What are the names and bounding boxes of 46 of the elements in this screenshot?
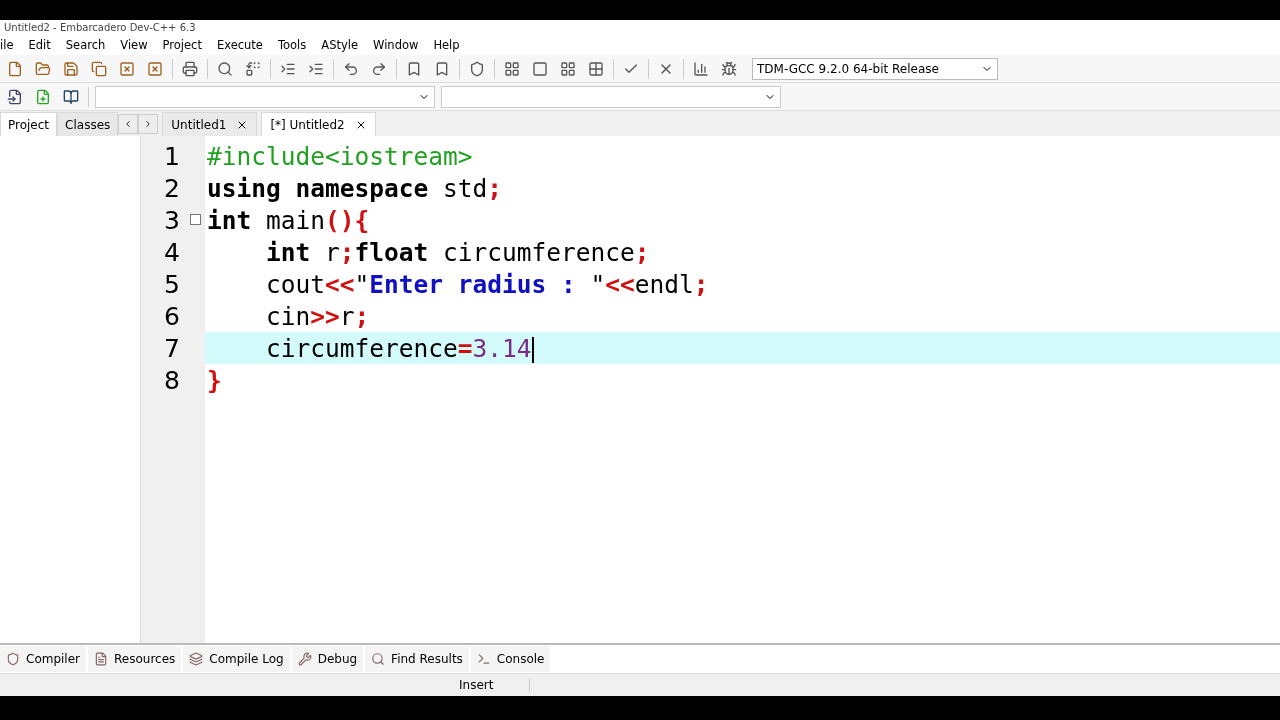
line-number: 3	[164, 205, 180, 235]
menu-item[interactable]: Help	[426, 38, 468, 52]
panel-tab[interactable]: Find Results	[365, 646, 469, 672]
window-title: Untitled2 - Embarcadero Dev-C++ 6.3	[4, 22, 196, 33]
panel-tab[interactable]: Console	[470, 646, 551, 672]
line-number: 7	[164, 333, 180, 363]
code-line: }	[206, 365, 222, 395]
code-line: circumference=3.14	[265, 333, 534, 363]
menu-item[interactable]: Tools	[270, 38, 315, 52]
code-line: #include<iostream>	[206, 141, 473, 171]
panel-tab[interactable]: Debug	[291, 646, 364, 672]
code-line: cin>>r;	[265, 301, 370, 331]
panel-tab[interactable]: Compiler	[0, 646, 86, 672]
shield-icon	[6, 652, 20, 666]
line-number: 2	[164, 173, 180, 203]
document-icon	[94, 652, 108, 666]
panel-tab[interactable]: Compile Log	[183, 646, 290, 672]
search-icon	[371, 652, 386, 666]
menu-item[interactable]: View	[113, 38, 156, 52]
menu-item[interactable]: Execute	[209, 38, 271, 52]
fold-icon[interactable]	[190, 214, 201, 225]
menu-item[interactable]: Search	[58, 38, 114, 52]
wrench-icon	[297, 652, 312, 666]
code-line: int main(){	[206, 205, 370, 235]
menu-item[interactable]: AStyle	[314, 38, 367, 52]
line-number: 1	[164, 141, 180, 171]
layers-icon	[189, 652, 204, 666]
menu-item[interactable]: Window	[366, 38, 427, 52]
status-mode: Insert	[459, 678, 530, 692]
compiler-select[interactable]: TDM-GCC 9.2.0 64-bit Release	[752, 57, 998, 80]
line-number: 5	[164, 269, 180, 299]
terminal-icon	[476, 652, 491, 666]
line-number: 4	[164, 237, 180, 267]
line-number: 8	[164, 365, 180, 395]
code-line: using namespace std;	[206, 173, 503, 203]
menu-item[interactable]: ile	[0, 38, 22, 52]
side-tab[interactable]: Project	[0, 112, 58, 136]
panel-tab[interactable]: Resources	[88, 646, 182, 672]
editor-tab[interactable]: [*] Untitled2	[261, 112, 376, 136]
menu-item[interactable]: Edit	[21, 38, 59, 52]
editor-tab[interactable]: Untitled1	[162, 112, 258, 136]
menu-item[interactable]: Project	[155, 38, 210, 52]
line-number: 6	[164, 301, 180, 331]
side-tab[interactable]: Classes	[57, 112, 119, 136]
code-line: int r;float circumference;	[265, 237, 650, 267]
code-line: cout<<"Enter radius : "<<endl;	[265, 269, 709, 299]
